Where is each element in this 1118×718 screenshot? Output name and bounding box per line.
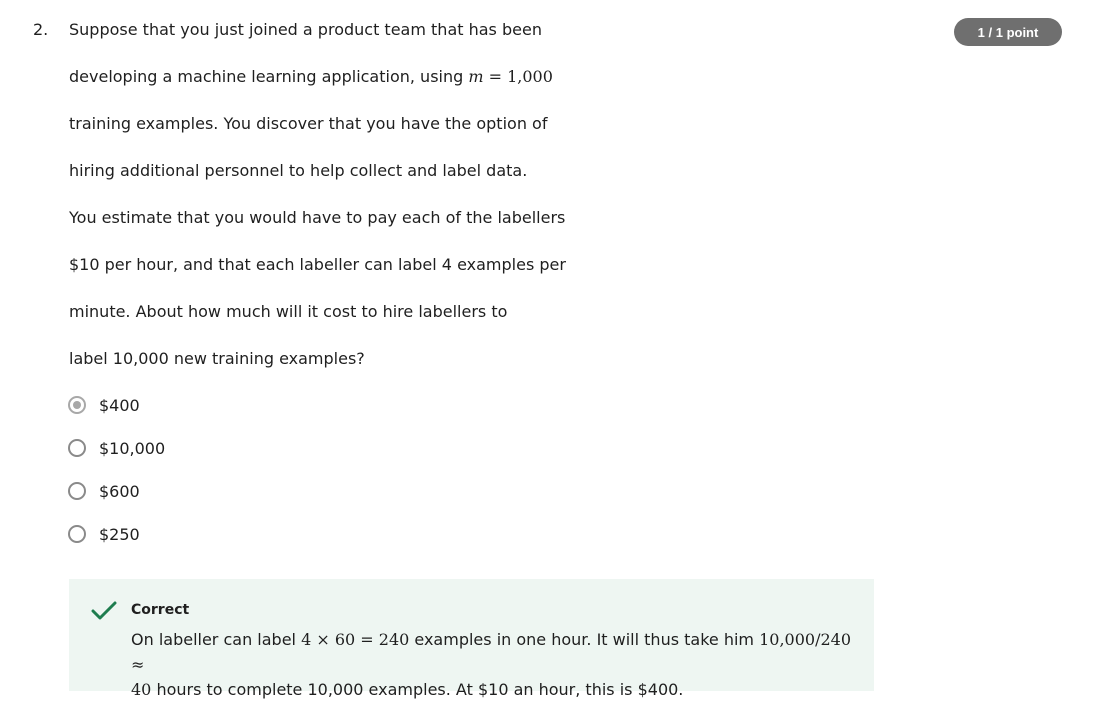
prompt-line: label 10,000 new training examples? (69, 349, 365, 368)
radio-button-selected[interactable] (68, 396, 86, 414)
option-600[interactable]: $600 (68, 479, 140, 503)
prompt-line: hiring additional personnel to help coll… (69, 161, 528, 180)
prompt-text: developing a machine learning applicatio… (69, 67, 469, 86)
prompt-line: developing a machine learning applicatio… (69, 67, 553, 86)
feedback-explanation: On labeller can label 4 × 60 = 240 examp… (131, 627, 851, 702)
math-value: 40 (131, 680, 152, 699)
option-400[interactable]: $400 (68, 393, 140, 417)
prompt-line: training examples. You discover that you… (69, 114, 548, 133)
prompt-line: $10 per hour, and that each labeller can… (69, 255, 566, 274)
checkmark-icon (91, 600, 117, 622)
option-250[interactable]: $250 (68, 522, 140, 546)
question-number: 2. (33, 20, 49, 39)
math-expression: 4 × 60 = 240 (301, 630, 410, 649)
feedback-status: Correct (131, 602, 190, 618)
prompt-line: You estimate that you would have to pay … (69, 208, 566, 227)
option-label: $250 (99, 524, 140, 544)
option-10000[interactable]: $10,000 (68, 436, 165, 460)
math-value: = 1,000 (483, 67, 553, 86)
explanation-text: On labeller can label (131, 630, 302, 649)
math-variable: m (468, 67, 484, 86)
explanation-text: examples in one hour. It will thus take … (409, 630, 760, 649)
radio-button[interactable] (68, 525, 86, 543)
option-label: $600 (99, 481, 140, 501)
prompt-line: minute. About how much will it cost to h… (69, 302, 508, 321)
radio-button[interactable] (68, 482, 86, 500)
option-label: $10,000 (99, 438, 166, 458)
explanation-text: hours to complete 10,000 examples. At $1… (151, 680, 684, 699)
math-expression: m = 1,000 (468, 67, 553, 86)
feedback-panel: Correct On labeller can label 4 × 60 = 2… (69, 579, 874, 699)
score-badge: 1 / 1 point (954, 18, 1062, 46)
prompt-line: Suppose that you just joined a product t… (69, 20, 542, 39)
radio-button[interactable] (68, 439, 86, 457)
option-label: $400 (99, 395, 140, 415)
